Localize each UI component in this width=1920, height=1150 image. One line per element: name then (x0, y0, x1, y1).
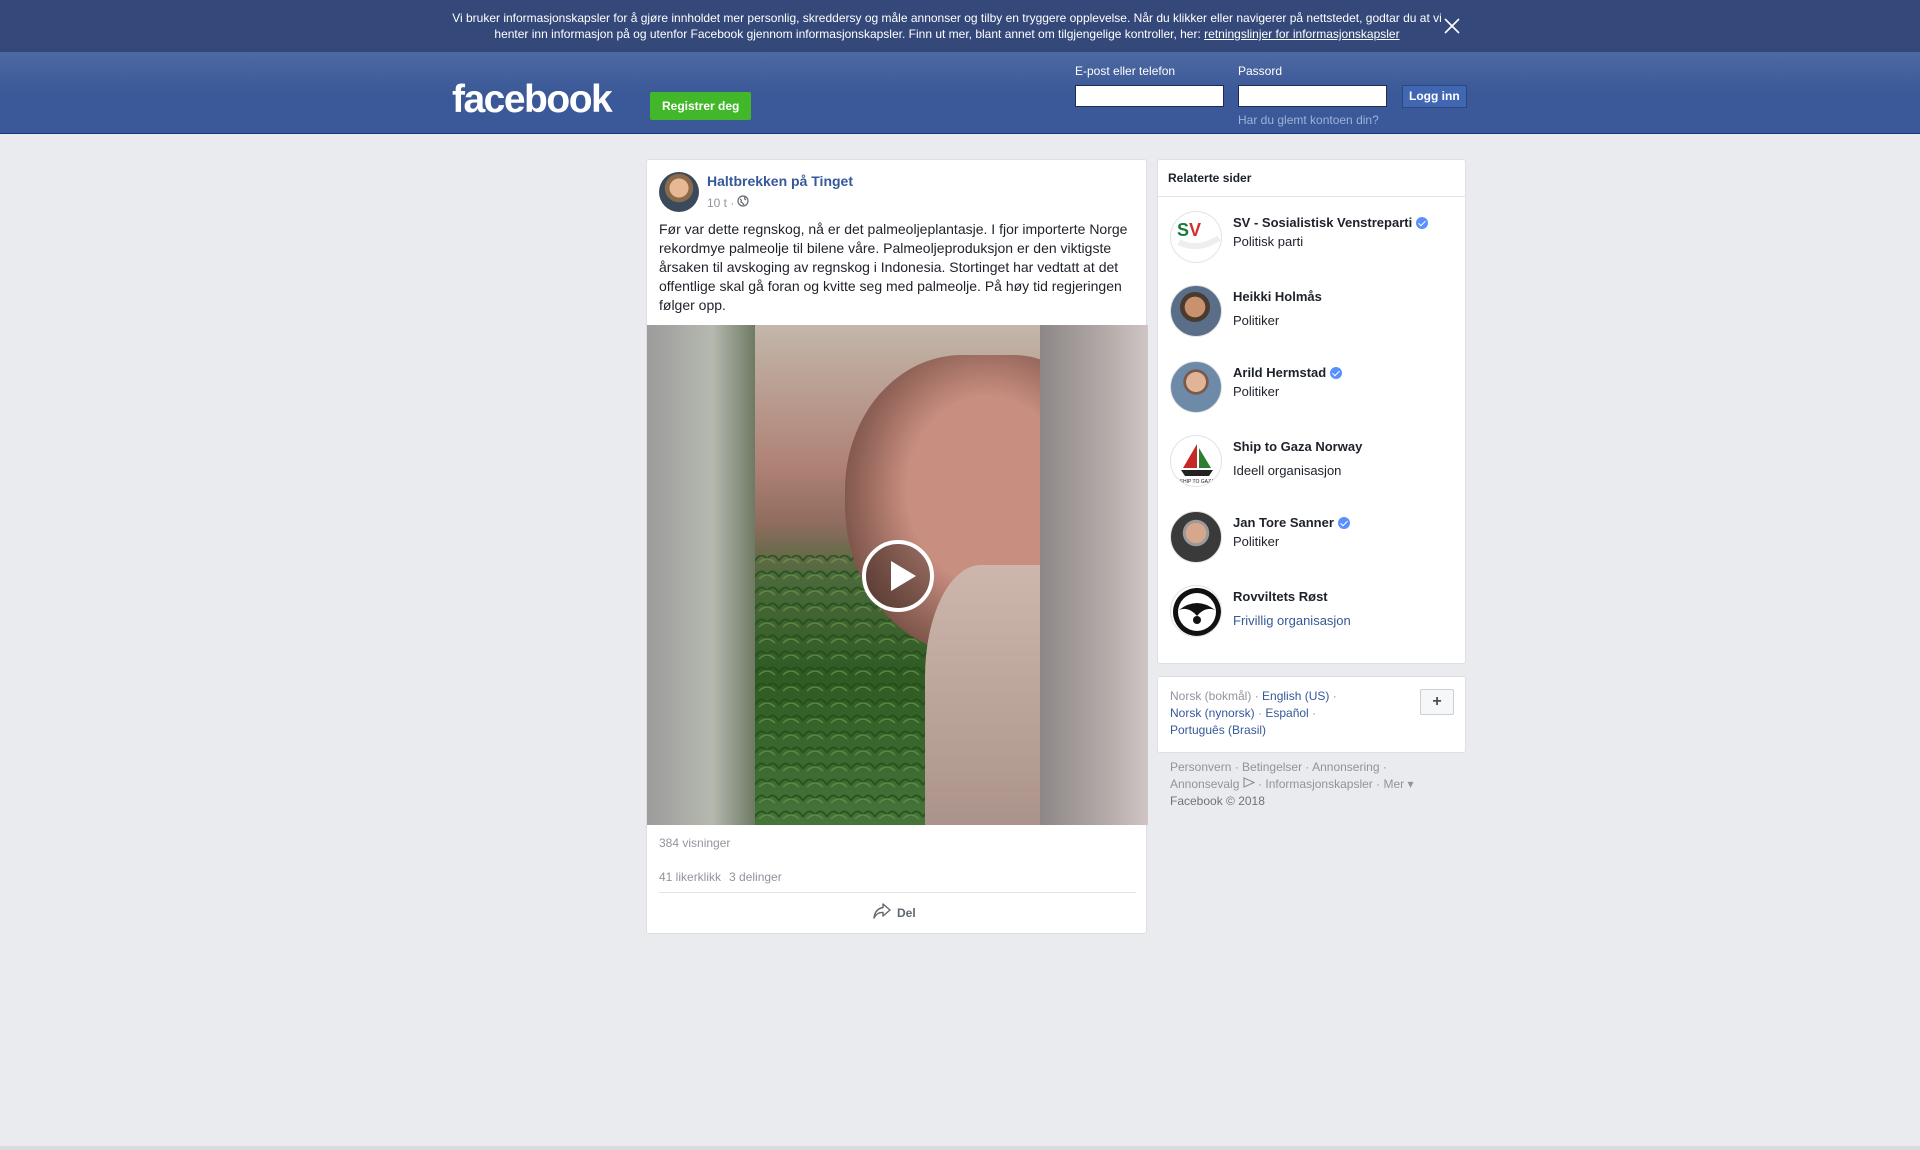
footer-betingelser[interactable]: Betingelser (1242, 760, 1302, 774)
like-count[interactable]: 41 likerklikk (659, 870, 721, 884)
related-divider (1158, 196, 1465, 197)
related-name[interactable]: Jan Tore Sanner (1233, 515, 1334, 530)
verified-icon (1416, 216, 1429, 229)
post-card: Haltbrekken på Tinget 10 t · Før var det… (646, 159, 1148, 934)
svg-text:S: S (1177, 220, 1189, 240)
email-field[interactable] (1075, 85, 1224, 107)
password-field[interactable] (1238, 85, 1387, 107)
footer-links-1: Personvern · Betingelser · Annonsering · (1170, 760, 1387, 774)
related-category: Politiker (1233, 313, 1280, 328)
post-author-link[interactable]: Haltbrekken på Tinget (707, 173, 853, 189)
more-languages-button[interactable]: + (1420, 689, 1454, 715)
person-avatar (1170, 361, 1222, 413)
register-button[interactable]: Registrer deg (650, 92, 752, 120)
related-pages: Relaterte sider SV SV - Sosialistisk Ven… (1157, 159, 1466, 664)
related-item[interactable]: SV SV - Sosialistisk Venstreparti Politi… (1170, 211, 1460, 265)
view-count: 384 visninger (659, 836, 731, 850)
verified-icon (1330, 366, 1343, 379)
password-label: Passord (1238, 64, 1283, 78)
top-header: facebook Registrer deg E-post eller tele… (0, 52, 1920, 134)
language-line-3: Português (Brasil) (1170, 723, 1266, 737)
related-name[interactable]: Heikki Holmås (1233, 289, 1322, 304)
language-espanol[interactable]: Español (1265, 706, 1308, 720)
share-icon (873, 903, 891, 922)
language-portugues[interactable]: Português (Brasil) (1170, 723, 1266, 737)
related-title: Relaterte sider (1168, 171, 1252, 185)
caret-down-icon[interactable]: ▾ (1407, 777, 1413, 791)
cookie-policy-link[interactable]: retningslinjer for informasjonskapsler (1204, 27, 1399, 41)
post-divider (659, 892, 1136, 893)
verified-icon (1337, 516, 1350, 529)
svg-text:SHIP TO GAZA: SHIP TO GAZA (1180, 479, 1215, 485)
video-player[interactable] (647, 325, 1148, 825)
language-box: Norsk (bokmål) · English (US) · Norsk (n… (1157, 676, 1466, 753)
related-name[interactable]: Arild Hermstad (1233, 365, 1326, 380)
related-category: Ideell organisasjon (1233, 463, 1342, 478)
footer-annonsevalg[interactable]: Annonsevalg (1170, 777, 1239, 791)
globe-icon (737, 195, 749, 210)
author-avatar[interactable] (659, 172, 699, 212)
video-blur-left (647, 325, 755, 825)
play-icon[interactable] (862, 540, 934, 612)
share-count[interactable]: 3 delinger (729, 870, 782, 884)
footer-links-2: Annonsevalg · Informasjonskapsler · Mer … (1170, 777, 1414, 791)
related-name[interactable]: Ship to Gaza Norway (1233, 439, 1362, 454)
person-avatar (1170, 511, 1222, 563)
footer-personvern[interactable]: Personvern (1170, 760, 1231, 774)
login-button[interactable]: Logg inn (1402, 85, 1467, 108)
related-item[interactable]: SHIP TO GAZA Ship to Gaza Norway Ideell … (1170, 435, 1460, 489)
related-item[interactable]: Heikki Holmås Politiker (1170, 285, 1460, 339)
email-label: E-post eller telefon (1075, 64, 1176, 78)
adchoices-icon (1243, 777, 1256, 791)
ship-to-gaza-logo-avatar: SHIP TO GAZA (1170, 435, 1222, 487)
related-name[interactable]: Rovviltets Røst (1233, 589, 1328, 604)
related-category[interactable]: Frivillig organisasjon (1233, 613, 1351, 628)
footer-copyright: Facebook © 2018 (1170, 794, 1265, 808)
related-item[interactable]: Arild Hermstad Politiker (1170, 361, 1460, 415)
facebook-logo[interactable]: facebook (452, 78, 613, 122)
related-category: Politiker (1233, 534, 1280, 549)
language-line-1: Norsk (bokmål) · English (US) · (1170, 689, 1337, 703)
close-icon[interactable] (1442, 16, 1462, 36)
language-line-2: Norsk (nynorsk) · Español · (1170, 706, 1317, 720)
related-item[interactable]: Jan Tore Sanner Politiker (1170, 511, 1460, 565)
footer-mer[interactable]: Mer (1383, 777, 1404, 791)
share-button[interactable]: Del (873, 903, 916, 922)
post-time[interactable]: 10 t · (707, 196, 734, 210)
language-nynorsk[interactable]: Norsk (nynorsk) (1170, 706, 1255, 720)
cookie-banner: Vi bruker informasjonskapsler for å gjør… (0, 0, 1920, 52)
bottom-bar (0, 1146, 1920, 1150)
related-name[interactable]: SV - Sosialistisk Venstreparti (1233, 215, 1412, 230)
language-current: Norsk (bokmål) (1170, 689, 1252, 703)
sv-logo-avatar: SV (1170, 211, 1222, 263)
related-item[interactable]: Rovviltets Røst Frivillig organisasjon (1170, 585, 1460, 639)
forgot-account-link[interactable]: Har du glemt kontoen din? (1238, 113, 1379, 127)
post-text: Før var dette regnskog, nå er det palmeo… (659, 221, 1128, 313)
related-category: Politiker (1233, 384, 1280, 399)
person-avatar (1170, 285, 1222, 337)
video-blur-right (1040, 325, 1148, 825)
footer-annonsering[interactable]: Annonsering (1312, 760, 1379, 774)
rovviltets-rost-logo-avatar (1170, 585, 1222, 637)
footer-informasjonskapsler[interactable]: Informasjonskapsler (1265, 777, 1372, 791)
post-meta: 10 t · (707, 195, 749, 210)
related-category: Politisk parti (1233, 234, 1304, 249)
share-label: Del (897, 905, 916, 920)
post-stats: 41 likerklikk 3 delinger (659, 870, 782, 884)
cookie-text: Vi bruker informasjonskapsler for å gjør… (452, 10, 1442, 42)
svg-text:V: V (1189, 220, 1201, 240)
language-english[interactable]: English (US) (1262, 689, 1329, 703)
